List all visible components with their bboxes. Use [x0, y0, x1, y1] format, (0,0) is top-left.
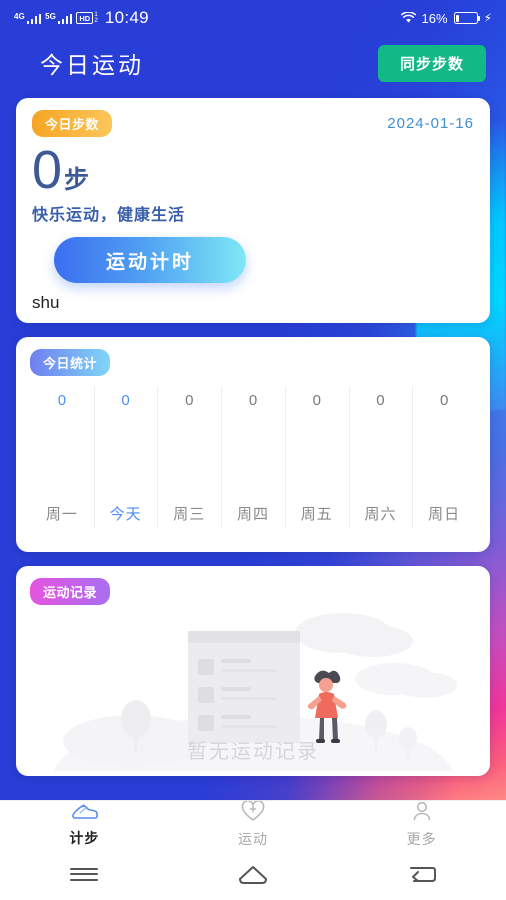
chart-column[interactable]: 0 周四 [221, 386, 285, 536]
signal-5g: 5G [45, 11, 73, 24]
chart-column-value: 0 [312, 392, 321, 409]
person-icon [411, 801, 433, 827]
android-nav-bar [0, 848, 506, 900]
chart-column-value: 0 [440, 392, 449, 409]
today-steps-badge: 今日步数 [32, 110, 113, 137]
tab-pedometer[interactable]: 计步 [0, 801, 169, 848]
status-bar-clock: 10:49 [104, 8, 149, 27]
slogan-text: 快乐运动，健康生活 [32, 207, 186, 224]
tab-exercise-label: 运动 [238, 830, 268, 847]
page-title: 今日运动 [40, 52, 144, 78]
signal-bars-5g-icon [57, 13, 73, 24]
wifi-icon [400, 12, 416, 24]
chart-column-value: 0 [121, 392, 130, 409]
chart-column-day: 周一 [45, 506, 78, 523]
steps-date-label: 2024-01-16 [387, 115, 474, 132]
app-screen: 4G 5G HD 1 2 10:49 16% ⚡ 今日运动 同步步数 今日步数 … [0, 0, 506, 900]
signal-bars-4g-icon [26, 13, 42, 24]
weekly-steps-chart: 0 周一 0 今天 0 周三 0 周四 0 周五 0 周六 0 周日 [30, 386, 476, 536]
steps-card-header: 今日步数 2024-01-16 [32, 110, 474, 137]
chart-column-day: 周日 [428, 506, 461, 523]
battery-icon [453, 12, 481, 24]
chart-column[interactable]: 0 今天 [93, 386, 158, 536]
main-content: 今日步数 2024-01-16 0 步 快乐运动，健康生活 运动计时 shu 今… [0, 98, 506, 776]
back-icon[interactable] [337, 863, 506, 885]
home-icon[interactable] [169, 863, 338, 885]
chart-column[interactable]: 0 周三 [157, 386, 221, 536]
status-bar-right: 16% ⚡ [400, 10, 492, 26]
chart-column[interactable]: 0 周日 [412, 386, 476, 536]
status-bar-left: 4G 5G HD 1 2 10:49 [14, 8, 149, 28]
step-count-unit: 步 [64, 166, 90, 194]
chart-column-day: 今天 [109, 506, 142, 523]
chart-column-day: 周五 [300, 506, 333, 523]
hd-indicator: HD 1 2 [76, 11, 98, 24]
today-stats-card: 今日统计 0 周一 0 今天 0 周三 0 周四 0 周五 0 周六 0 周日 [16, 337, 490, 552]
step-count-display: 0 步 [32, 143, 474, 197]
step-count-value: 0 [32, 140, 63, 200]
chart-column-value: 0 [57, 392, 67, 409]
exercise-timer-button[interactable]: 运动计时 [54, 237, 246, 283]
chart-column-day: 周三 [173, 506, 206, 523]
hd-icon: HD [76, 12, 94, 24]
chart-column[interactable]: 0 周五 [284, 386, 349, 536]
today-stats-badge: 今日统计 [30, 349, 111, 376]
status-bar: 4G 5G HD 1 2 10:49 16% ⚡ [0, 0, 506, 36]
chart-column[interactable]: 0 周六 [348, 386, 413, 536]
tab-more[interactable]: 更多 [337, 801, 506, 849]
lightning-bolt-icon: ⚡ [483, 11, 492, 25]
chart-column-value: 0 [185, 392, 194, 409]
chart-column-value: 0 [248, 392, 258, 409]
network-type-4g-label: 4G [14, 11, 25, 21]
empty-state-text: 暂无运动记录 [187, 741, 319, 763]
bottom-tab-bar: 计步 运动 更多 [0, 799, 506, 849]
hd-sim-bottom: 2 [94, 17, 98, 24]
tab-more-label: 更多 [406, 830, 437, 847]
hd-sim-number: 1 2 [94, 11, 98, 24]
chart-column[interactable]: 0 周一 [30, 386, 94, 536]
empty-state: 暂无运动记录 [30, 607, 476, 772]
note-text: shu [32, 293, 60, 312]
today-steps-card: 今日步数 2024-01-16 0 步 快乐运动，健康生活 运动计时 shu [16, 98, 490, 323]
network-type-5g-label: 5G [45, 11, 56, 21]
heart-plus-icon [241, 799, 265, 827]
tab-exercise[interactable]: 运动 [169, 799, 338, 849]
chart-column-value: 0 [376, 392, 385, 409]
menu-icon[interactable] [0, 864, 169, 884]
shoe-icon [70, 801, 99, 826]
tab-pedometer-label: 计步 [69, 830, 100, 846]
signal-4g: 4G [14, 11, 42, 24]
chart-column-day: 周四 [237, 506, 270, 523]
battery-percent-label: 16% [421, 10, 448, 26]
page-header: 今日运动 同步步数 [0, 36, 506, 90]
chart-column-day: 周六 [364, 506, 397, 523]
sync-steps-button[interactable]: 同步步数 [377, 44, 486, 82]
exercise-records-card: 运动记录 暂无运动记录 [16, 566, 490, 776]
